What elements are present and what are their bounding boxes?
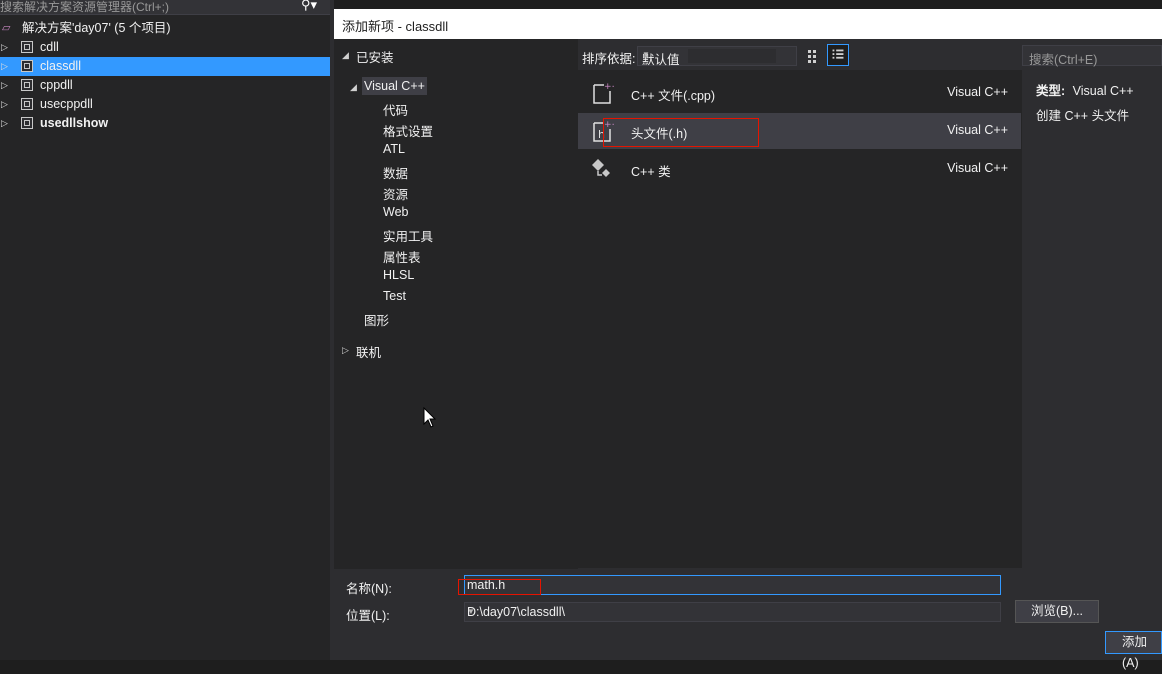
expand-arrow-icon[interactable]: ▷ [1, 76, 9, 95]
subcategory-item[interactable]: 属性表 [383, 247, 421, 266]
solution-search-box[interactable]: 搜索解决方案资源管理器(Ctrl+;) ⚲▾ [0, 0, 330, 15]
template-language: Visual C++ [947, 85, 1008, 99]
browse-button[interactable]: 浏览(B)... [1015, 600, 1099, 623]
subcategory-item[interactable]: Web [383, 205, 408, 219]
subcategory-item[interactable]: ATL [383, 142, 405, 156]
name-label: 名称(N): [346, 582, 392, 596]
location-label: 位置(L): [346, 609, 390, 623]
solution-search-placeholder: 搜索解决方案资源管理器(Ctrl+;) [0, 0, 169, 14]
project-node-cdll[interactable]: ▷ cdll [0, 38, 330, 57]
sort-label: 排序依据: [582, 52, 636, 66]
type-value: Visual C++ [1072, 84, 1134, 98]
template-language: Visual C++ [947, 161, 1008, 175]
solution-icon: ▱ [2, 22, 11, 34]
template-name: C++ 文件(.cpp) [631, 89, 716, 103]
subcategory-item[interactable]: 实用工具 [383, 226, 433, 245]
project-label: cppdll [40, 78, 73, 92]
dialog-titlebar[interactable]: 添加新项 - classdll [334, 9, 1162, 39]
template-item-cpp-class[interactable]: C++ 类 Visual C++ [578, 151, 1021, 187]
dialog-top-strip [334, 0, 1162, 9]
solution-node[interactable]: ▱ 解决方案'day07' (5 个项目) [0, 19, 330, 38]
highlight-box [458, 579, 541, 595]
subcategory-item[interactable]: 格式设置 [383, 121, 433, 140]
location-dropdown[interactable]: D:\day07\classdll\ ▼ [464, 602, 1001, 622]
template-name: C++ 类 [631, 165, 671, 179]
subcategory-item[interactable]: HLSL [383, 268, 414, 282]
project-label: usedllshow [40, 116, 109, 130]
type-label: 类型: [1036, 84, 1066, 98]
expand-arrow-icon[interactable]: ▷ [1, 57, 9, 76]
cpp-class-icon [592, 159, 610, 177]
project-icon [21, 41, 33, 53]
solution-label: 解决方案'day07' (5 个项目) [22, 21, 171, 35]
project-node-usecppdll[interactable]: ▷ usecppdll [0, 95, 330, 114]
template-language: Visual C++ [947, 123, 1008, 137]
expand-arrow-icon[interactable]: ▷ [1, 95, 9, 114]
installed-node[interactable]: 已安装 [356, 47, 394, 66]
project-node-usedllshow[interactable]: ▷ usedllshow [0, 114, 330, 133]
sort-dropdown[interactable]: 默认值 ▼ [637, 46, 797, 67]
project-icon [21, 79, 33, 91]
collapse-arrow-icon[interactable]: ◢ [350, 82, 357, 93]
add-button[interactable]: 添加(A) [1105, 631, 1162, 670]
cpp-file-icon: ++ [593, 82, 614, 104]
template-item-cpp-file[interactable]: ++ C++ 文件(.cpp) Visual C++ [578, 75, 1021, 111]
subcategory-item[interactable]: 代码 [383, 100, 408, 119]
project-label: usecppdll [40, 97, 93, 111]
type-info: 类型: Visual C++ [1036, 80, 1134, 99]
category-tree [334, 39, 578, 569]
template-search-input[interactable]: 搜索(Ctrl+E) [1022, 45, 1162, 67]
name-field[interactable] [464, 575, 1001, 595]
project-node-classdll[interactable]: ▷ classdll [0, 57, 330, 76]
svg-text:++: ++ [604, 82, 614, 92]
category-visual-cpp[interactable]: Visual C++ [362, 77, 427, 95]
project-icon [21, 60, 33, 72]
grid-view-icon[interactable] [803, 45, 823, 66]
subcategory-item[interactable]: 数据 [383, 163, 408, 182]
project-node-cppdll[interactable]: ▷ cppdll [0, 76, 330, 95]
template-search-placeholder: 搜索(Ctrl+E) [1029, 53, 1098, 67]
project-label: cdll [40, 40, 59, 54]
chevron-down-icon: ▼ [467, 607, 475, 616]
list-view-icon[interactable] [827, 44, 849, 66]
project-icon [21, 117, 33, 129]
expand-arrow-icon[interactable]: ▷ [1, 114, 9, 133]
template-description: 创建 C++ 头文件 [1036, 109, 1130, 123]
expand-arrow-icon[interactable]: ▷ [1, 38, 9, 57]
expand-arrow-icon[interactable]: ▷ [342, 345, 349, 356]
highlight-box [603, 118, 759, 147]
subcategory-item[interactable]: Test [383, 289, 406, 303]
project-label: classdll [40, 59, 81, 73]
subcategory-item[interactable]: 资源 [383, 184, 408, 203]
chevron-down-icon: ▼ [642, 50, 650, 59]
category-graphics[interactable]: 图形 [364, 310, 389, 329]
collapse-arrow-icon[interactable]: ◢ [342, 50, 349, 61]
project-icon [21, 98, 33, 110]
mouse-cursor-icon [423, 407, 437, 428]
dialog-title: 添加新项 - classdll [342, 19, 449, 34]
search-icon[interactable]: ⚲▾ [301, 0, 317, 13]
online-node[interactable]: 联机 [356, 342, 381, 361]
